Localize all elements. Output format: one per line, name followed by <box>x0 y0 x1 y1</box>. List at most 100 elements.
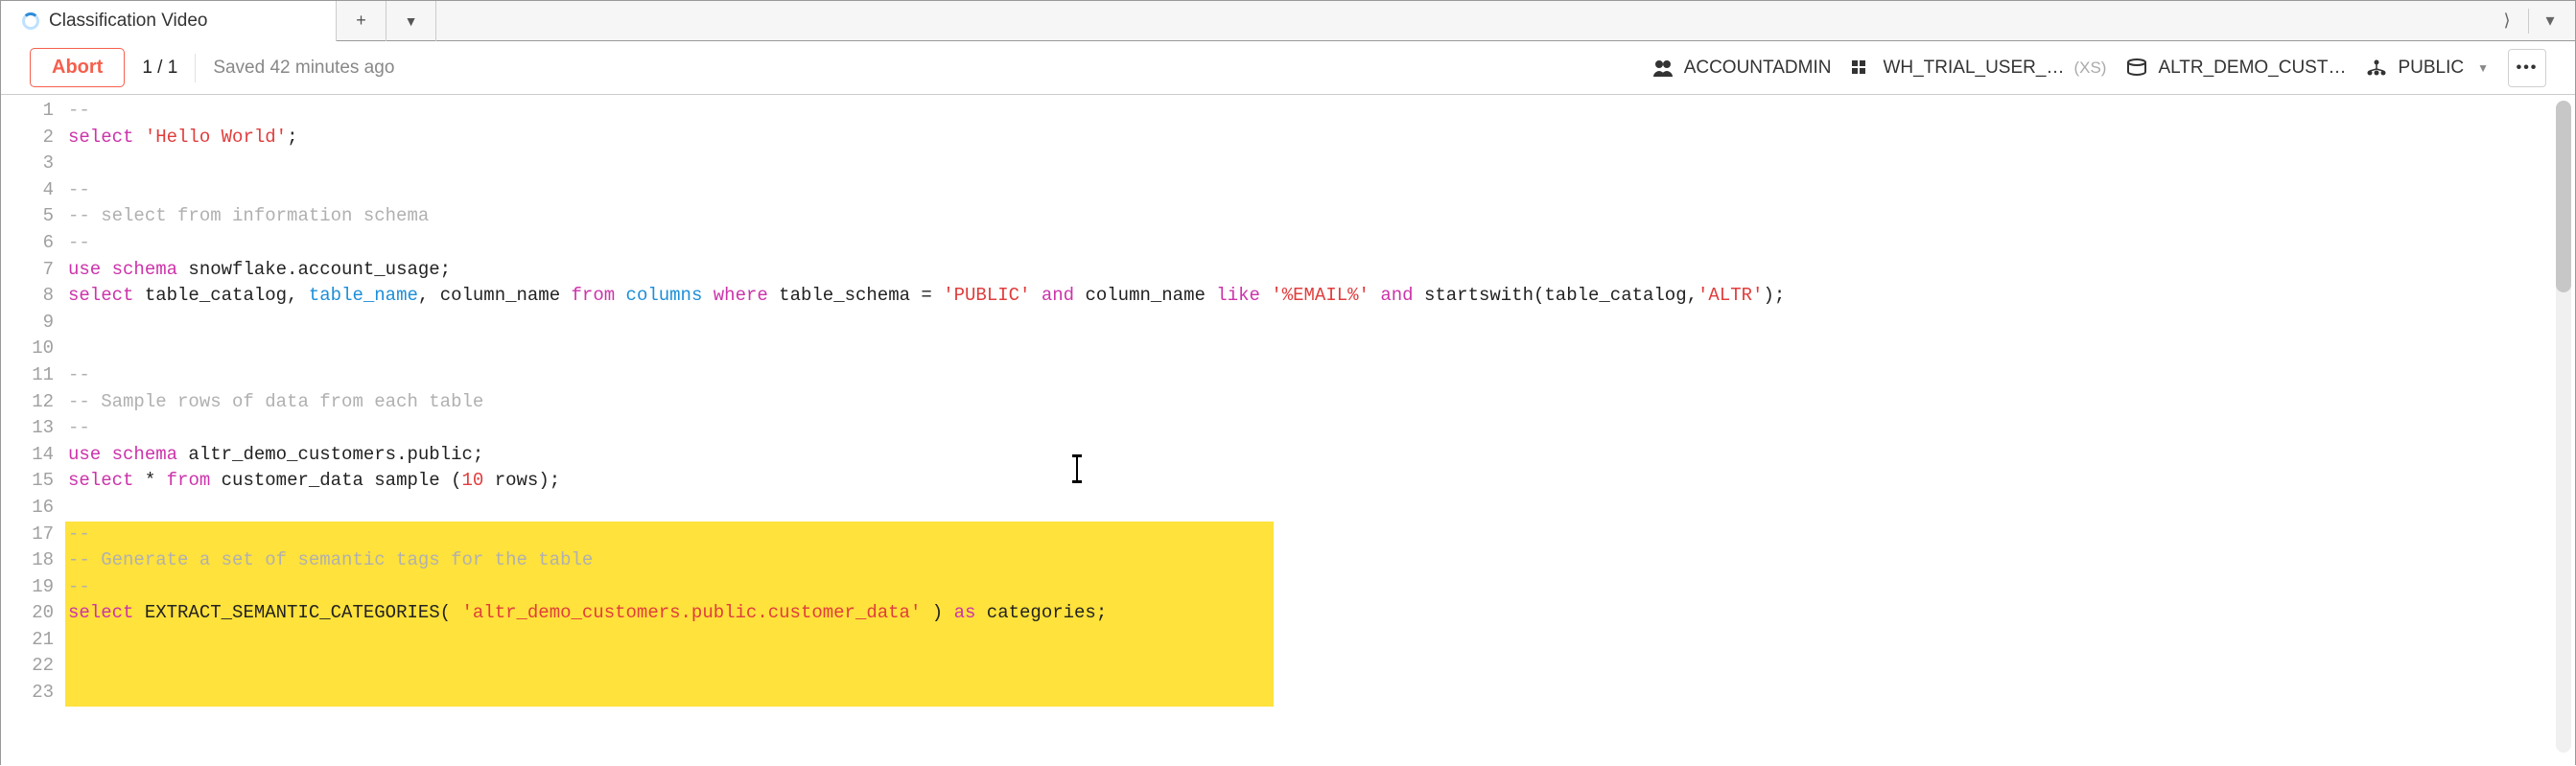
line-number: 6 <box>1 230 65 257</box>
token-txt: rows); <box>483 470 560 491</box>
code-line[interactable]: -- <box>65 574 2575 601</box>
code-line[interactable]: -- <box>65 362 2575 389</box>
line-number: 8 <box>1 283 65 310</box>
token-kw: use schema <box>68 444 177 465</box>
line-number: 4 <box>1 177 65 204</box>
code-line[interactable] <box>65 627 2575 654</box>
token-comment: -- <box>68 179 90 200</box>
token-txt: categories; <box>975 602 1107 623</box>
code-line[interactable]: select * from customer_data sample (10 r… <box>65 468 2575 495</box>
saved-status: Saved 42 minutes ago <box>213 58 394 79</box>
token-kw: and <box>1042 285 1074 306</box>
token-comment: -- select from information schema <box>68 205 429 226</box>
tab-menu-button[interactable]: ▼ <box>386 1 436 41</box>
role-label: ACCOUNTADMIN <box>1684 58 1832 79</box>
tab-title: Classification Video <box>49 11 207 32</box>
code-line[interactable]: -- Generate a set of semantic tags for t… <box>65 547 2575 574</box>
line-number: 2 <box>1 125 65 151</box>
token-kw: use schema <box>68 259 177 280</box>
code-line[interactable]: -- Sample rows of data from each table <box>65 389 2575 416</box>
token-txt: ; <box>287 127 297 148</box>
new-tab-button[interactable]: + <box>337 1 386 41</box>
more-options-button[interactable]: ••• <box>2508 49 2546 87</box>
run-progress: 1 / 1 <box>142 58 177 79</box>
line-number: 3 <box>1 151 65 177</box>
code-line[interactable] <box>65 680 2575 707</box>
token-comment: -- <box>68 100 90 121</box>
token-txt: , column_name <box>418 285 572 306</box>
token-txt: table_catalog, <box>133 285 308 306</box>
token-str: '%EMAIL%' <box>1271 285 1370 306</box>
line-number: 18 <box>1 547 65 574</box>
vertical-scrollbar[interactable] <box>2556 101 2571 753</box>
divider <box>2528 9 2529 34</box>
line-number: 15 <box>1 468 65 495</box>
line-number: 22 <box>1 653 65 680</box>
token-txt: snowflake.account_usage; <box>177 259 451 280</box>
code-line[interactable]: use schema altr_demo_customers.public; <box>65 442 2575 469</box>
token-kw: select <box>68 127 133 148</box>
code-line[interactable] <box>65 310 2575 337</box>
context-selectors: ACCOUNTADMIN WH_TRIAL_USER_… (XS) ALTR_D… <box>1651 49 2546 87</box>
token-txt <box>1260 285 1271 306</box>
token-func: table_name <box>309 285 418 306</box>
token-txt <box>1370 285 1380 306</box>
token-kw: from <box>167 470 211 491</box>
code-line[interactable] <box>65 495 2575 522</box>
collapse-button[interactable]: ⟩ <box>2490 4 2524 38</box>
line-number: 9 <box>1 310 65 337</box>
panel-menu-button[interactable]: ▾ <box>2533 4 2567 38</box>
token-txt <box>133 127 144 148</box>
code-line[interactable]: select 'Hello World'; <box>65 125 2575 151</box>
token-kw: from <box>572 285 616 306</box>
token-kw: select <box>68 285 133 306</box>
warehouse-size: (XS) <box>2073 58 2106 78</box>
chevron-down-icon: ▾ <box>2545 11 2554 31</box>
code-line[interactable]: -- <box>65 415 2575 442</box>
token-func: columns <box>615 285 714 306</box>
line-number: 7 <box>1 257 65 284</box>
token-txt <box>1030 285 1041 306</box>
token-txt: table_schema = <box>768 285 943 306</box>
token-kw: like <box>1216 285 1260 306</box>
code-line[interactable] <box>65 336 2575 362</box>
warehouse-label: WH_TRIAL_USER_… <box>1883 58 2064 79</box>
database-icon <box>2125 58 2148 78</box>
token-str: 'ALTR' <box>1698 285 1763 306</box>
database-selector[interactable]: ALTR_DEMO_CUST… <box>2125 58 2346 79</box>
schema-label: PUBLIC <box>2398 58 2464 79</box>
token-str: 'PUBLIC' <box>943 285 1030 306</box>
token-str: 'Hello World' <box>145 127 287 148</box>
token-comment: -- <box>68 364 90 385</box>
token-kw: select <box>68 602 133 623</box>
code-line[interactable]: select table_catalog, table_name, column… <box>65 283 2575 310</box>
code-line[interactable]: -- <box>65 177 2575 204</box>
code-line[interactable]: -- <box>65 230 2575 257</box>
code-line[interactable]: use schema snowflake.account_usage; <box>65 257 2575 284</box>
line-number: 21 <box>1 627 65 654</box>
line-number: 14 <box>1 442 65 469</box>
worksheet-tab[interactable]: Classification Video <box>1 1 337 41</box>
code-line[interactable] <box>65 151 2575 177</box>
code-area[interactable]: --select 'Hello World';---- select from … <box>65 95 2575 766</box>
line-number: 23 <box>1 680 65 707</box>
sql-editor[interactable]: 1234567891011121314151617181920212223 --… <box>1 95 2575 766</box>
code-line[interactable]: -- <box>65 98 2575 125</box>
abort-button[interactable]: Abort <box>30 48 125 87</box>
line-number: 11 <box>1 362 65 389</box>
code-line[interactable]: -- <box>65 522 2575 548</box>
code-line[interactable] <box>65 653 2575 680</box>
token-txt: altr_demo_customers.public; <box>177 444 483 465</box>
token-comment: -- <box>68 232 90 253</box>
role-selector[interactable]: ACCOUNTADMIN <box>1651 58 1832 79</box>
token-txt: column_name <box>1074 285 1216 306</box>
token-txt: EXTRACT_SEMANTIC_CATEGORIES( <box>133 602 461 623</box>
code-line[interactable]: -- select from information schema <box>65 203 2575 230</box>
schema-selector[interactable]: PUBLIC ▼ <box>2365 58 2489 79</box>
token-kw: select <box>68 470 133 491</box>
scrollbar-thumb[interactable] <box>2556 101 2571 292</box>
code-line[interactable]: select EXTRACT_SEMANTIC_CATEGORIES( 'alt… <box>65 600 2575 627</box>
token-txt: ) <box>921 602 953 623</box>
warehouse-selector[interactable]: WH_TRIAL_USER_… (XS) <box>1850 58 2106 79</box>
warehouse-icon <box>1850 58 1873 78</box>
